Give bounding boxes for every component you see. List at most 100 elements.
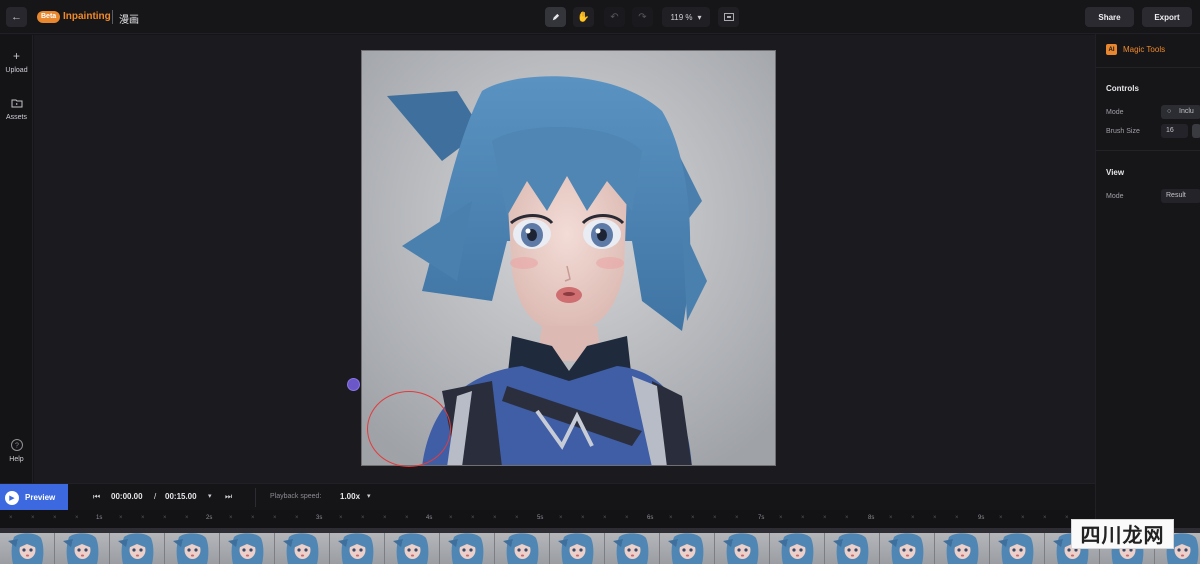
sidebar-item-upload[interactable]: + Upload (0, 49, 33, 74)
view-mode-select[interactable]: Result (1161, 189, 1200, 203)
frame-thumbnail (173, 533, 209, 564)
sidebar-item-help[interactable]: ? Help (0, 438, 33, 463)
total-time[interactable]: 00:15.00 (165, 492, 197, 501)
undo-icon: ↶ (610, 11, 619, 23)
project-name[interactable]: 漫画 (119, 11, 139, 26)
tick-mark: × (251, 515, 255, 521)
filmstrip-frame (550, 533, 605, 564)
brush-size-slider[interactable] (1192, 124, 1200, 138)
frame-thumbnail (943, 533, 979, 564)
canvas-resize-handle[interactable] (347, 378, 360, 391)
frame-thumbnail (228, 533, 264, 564)
panel-divider (1096, 150, 1200, 151)
filmstrip-frame (495, 533, 550, 564)
tick-mark: × (999, 515, 1003, 521)
tick-mark: × (823, 515, 827, 521)
tick-mark: × (581, 515, 585, 521)
svg-text:?: ? (15, 443, 19, 450)
frame-thumbnail (998, 533, 1034, 564)
mode-select[interactable]: ○ Inclu (1161, 105, 1200, 119)
tick-mark: × (273, 515, 277, 521)
tick-mark: × (449, 515, 453, 521)
panel-title: Magic Tools (1123, 45, 1166, 54)
frame-thumbnail (558, 533, 594, 564)
pencil-icon (552, 13, 560, 20)
video-filmstrip[interactable] (0, 533, 1200, 564)
preview-label: Preview (25, 493, 56, 502)
app-title: Inpainting (63, 11, 111, 22)
tick-label: 9s (978, 515, 985, 521)
transport-divider (255, 488, 256, 507)
filmstrip-frame (220, 533, 275, 564)
filmstrip-frame (55, 533, 110, 564)
tick-mark: × (361, 515, 365, 521)
sidebar-item-assets[interactable]: Assets (0, 96, 33, 121)
export-button[interactable]: Export (1142, 7, 1192, 27)
playback-speed-value[interactable]: 1.00x (340, 492, 360, 501)
tick-mark: × (75, 515, 79, 521)
view-mode-label: Mode (1106, 193, 1124, 200)
tick-mark: × (515, 515, 519, 521)
tick-mark: × (405, 515, 409, 521)
circle-icon: ○ (1167, 108, 1172, 115)
undo-button[interactable]: ↶ (604, 7, 625, 27)
back-button[interactable]: ← (6, 7, 27, 27)
tick-mark: × (493, 515, 497, 521)
zoom-select[interactable]: 119 % ▾ (662, 7, 710, 27)
tick-mark: × (625, 515, 629, 521)
mode-label: Mode (1106, 109, 1124, 116)
chevron-down-icon: ▾ (697, 12, 702, 22)
view-heading: View (1106, 168, 1125, 177)
plus-icon: + (12, 49, 20, 63)
tick-mark: × (185, 515, 189, 521)
filmstrip-frame (770, 533, 825, 564)
share-button[interactable]: Share (1085, 7, 1134, 27)
play-icon: ▶ (5, 490, 19, 505)
tick-mark: × (911, 515, 915, 521)
frame-thumbnail (778, 533, 814, 564)
playback-speed-label: Playback speed: (270, 493, 322, 500)
tick-mark: × (1043, 515, 1047, 521)
tick-mark: × (889, 515, 893, 521)
beta-badge: Beta (37, 11, 61, 23)
ai-icon: AI (1106, 44, 1117, 55)
filmstrip-frame (880, 533, 935, 564)
help-icon: ? (10, 439, 23, 451)
tick-mark: × (119, 515, 123, 521)
mode-value: Inclu (1179, 108, 1194, 115)
sidebar-item-label: Help (9, 456, 24, 463)
filmstrip-frame (110, 533, 165, 564)
frame-thumbnail (8, 533, 44, 564)
timeline-ruler[interactable]: × × × × 1s × × × × 2s × × × × 3s × × × ×… (0, 510, 1095, 528)
tick-mark: × (955, 515, 959, 521)
skip-end-icon[interactable]: ⏭ (225, 492, 232, 502)
tick-mark: × (229, 515, 233, 521)
tick-label: 2s (206, 515, 213, 521)
tick-mark: × (53, 515, 57, 521)
tick-label: 6s (647, 515, 654, 521)
chevron-down-icon[interactable]: ▾ (367, 492, 371, 500)
filmstrip-frame (330, 533, 385, 564)
filmstrip-frame (165, 533, 220, 564)
brush-size-input[interactable]: 16 (1161, 124, 1188, 138)
panel-divider (1096, 67, 1200, 68)
filmstrip-frame (0, 533, 55, 564)
preview-button[interactable]: ▶ Preview (0, 484, 68, 511)
hand-tool-button[interactable]: ✋ (573, 7, 594, 27)
redo-button[interactable]: ↷ (632, 7, 653, 27)
frame-thumbnail (723, 533, 759, 564)
brush-tool-button[interactable] (545, 7, 566, 27)
fullscreen-button[interactable] (718, 7, 739, 27)
tick-mark: × (933, 515, 937, 521)
sidebar-item-label: Upload (5, 67, 28, 74)
tick-mark: × (31, 515, 35, 521)
arrow-left-icon: ← (11, 11, 22, 23)
skip-start-icon[interactable]: ⏮ (93, 492, 100, 502)
screen-icon (723, 13, 734, 21)
tick-mark: × (163, 515, 167, 521)
filmstrip-frame (440, 533, 495, 564)
controls-heading: Controls (1106, 84, 1139, 93)
redo-icon: ↷ (638, 11, 647, 23)
filmstrip-frame (660, 533, 715, 564)
chevron-down-icon[interactable]: ▾ (208, 492, 212, 500)
